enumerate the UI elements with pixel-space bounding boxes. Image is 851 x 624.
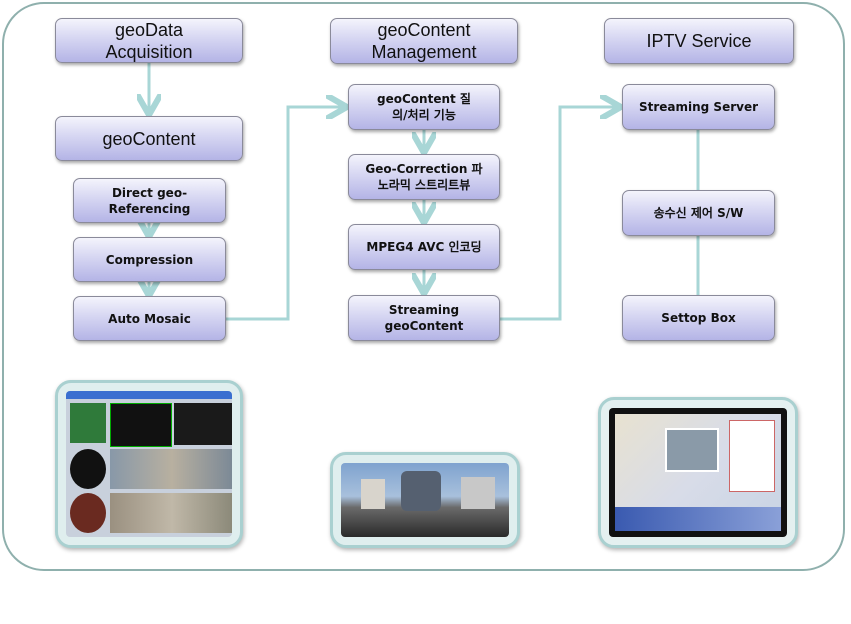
label: Compression	[105, 252, 194, 267]
panoramic-street-view	[330, 452, 520, 548]
label: geoData Acquisition	[105, 19, 193, 62]
label: Geo-Correction 파노라믹 스트리트뷰	[365, 162, 483, 192]
box-streaming-geocontent: Streaming geoContent	[348, 295, 500, 341]
label: MPEG4 AVC 인코딩	[366, 240, 482, 254]
box-mpeg4-encoding: MPEG4 AVC 인코딩	[348, 224, 500, 270]
diagram: geoData Acquisition geoContent Direct ge…	[0, 0, 851, 624]
header-iptv-service: IPTV Service	[604, 18, 794, 64]
label: Direct geo-Referencing	[108, 185, 191, 216]
arrow-streaming-to-server	[500, 107, 618, 321]
box-settop-box: Settop Box	[622, 295, 775, 341]
label: geoContent	[102, 128, 196, 149]
box-auto-mosaic: Auto Mosaic	[73, 296, 226, 341]
label: IPTV Service	[646, 31, 752, 51]
label: Auto Mosaic	[108, 311, 191, 326]
iptv-map-display	[598, 397, 798, 548]
box-compression: Compression	[73, 237, 226, 282]
label: Streaming geoContent	[384, 303, 464, 333]
label: geoContent Management	[371, 20, 477, 62]
label: Streaming Server	[638, 100, 759, 114]
box-geo-correction: Geo-Correction 파노라믹 스트리트뷰	[348, 154, 500, 200]
acquisition-software-screenshot	[55, 380, 243, 548]
box-streaming-server: Streaming Server	[622, 84, 775, 130]
label: 송수신 제어 S/W	[653, 206, 744, 220]
label: Settop Box	[661, 311, 736, 325]
box-transceiver-control-sw: 송수신 제어 S/W	[622, 190, 775, 236]
box-geocontent: geoContent	[55, 116, 243, 161]
box-geocontent-query: geoContent 질의/처리 기능	[348, 84, 500, 130]
header-geodata-acquisition: geoData Acquisition	[55, 18, 243, 63]
header-geocontent-management: geoContent Management	[330, 18, 518, 64]
arrow-mosaic-to-query	[226, 107, 344, 321]
box-direct-georeferencing: Direct geo-Referencing	[73, 178, 226, 223]
label: geoContent 질의/처리 기능	[377, 92, 471, 122]
